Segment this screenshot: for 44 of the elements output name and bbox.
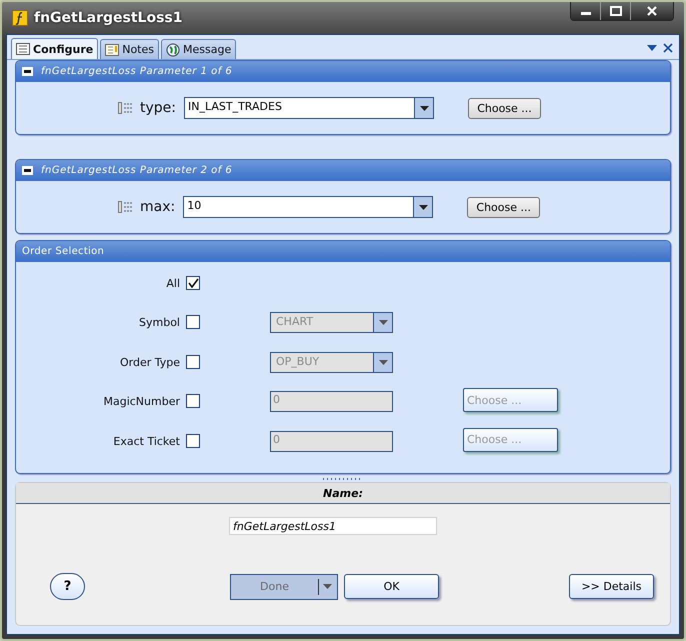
field-label: Exact Ticket — [112, 434, 181, 448]
panel-title: fnGetLargestLoss Parameter 2 of 6 — [41, 165, 232, 176]
list-icon — [118, 201, 134, 213]
close-icon[interactable] — [663, 43, 673, 53]
close-icon — [646, 6, 658, 16]
dropdown-arrow-icon — [323, 584, 332, 589]
dropdown-arrow-icon[interactable] — [647, 44, 657, 52]
details-button[interactable]: >> Details — [569, 574, 654, 599]
field-label: Order Type — [118, 356, 181, 369]
combo-box[interactable]: 10 — [183, 196, 434, 218]
tab[interactable]: Configure — [11, 38, 98, 59]
note-icon — [105, 44, 120, 56]
dropdown-arrow-icon — [418, 204, 428, 210]
parameter-label: max: — [140, 199, 176, 215]
panel-title: fnGetLargestLoss Parameter 1 of 6 — [41, 66, 232, 77]
dropdown-arrow-icon — [378, 320, 388, 326]
function-icon — [12, 10, 28, 26]
name-label: Name: — [323, 486, 363, 500]
tab[interactable]: Notes — [100, 39, 159, 59]
dropdown-arrow-icon — [420, 106, 428, 110]
grid-icon — [16, 43, 30, 55]
choose-button[interactable]: Choose ... — [468, 98, 541, 118]
collapse-icon[interactable] — [22, 166, 33, 175]
name-field[interactable]: fnGetLargestLoss1 — [229, 517, 437, 535]
tab[interactable]: Message — [161, 39, 236, 59]
list-icon — [118, 102, 134, 114]
ok-button[interactable]: OK — [344, 574, 439, 599]
minimize-button[interactable] — [571, 2, 601, 20]
window-title: fnGetLargestLoss1 — [34, 10, 182, 26]
field-label: All — [165, 277, 181, 290]
collapse-icon[interactable] — [22, 67, 33, 76]
panel-title: Order Selection — [22, 246, 104, 257]
field-label: MagicNumber — [102, 395, 181, 408]
maximize-icon — [610, 6, 622, 16]
field-label: Symbol — [138, 316, 181, 330]
close-button[interactable] — [631, 2, 673, 20]
parameter-label: type: — [140, 100, 176, 116]
checkbox[interactable] — [186, 276, 200, 290]
help-button[interactable]: ? — [50, 573, 85, 600]
choose-button[interactable]: Choose ... — [467, 196, 540, 218]
dropdown-arrow-icon — [378, 360, 388, 365]
maximize-button[interactable] — [601, 2, 631, 20]
combo-box[interactable]: IN_LAST_TRADES — [184, 97, 434, 119]
globe-icon — [166, 42, 180, 56]
